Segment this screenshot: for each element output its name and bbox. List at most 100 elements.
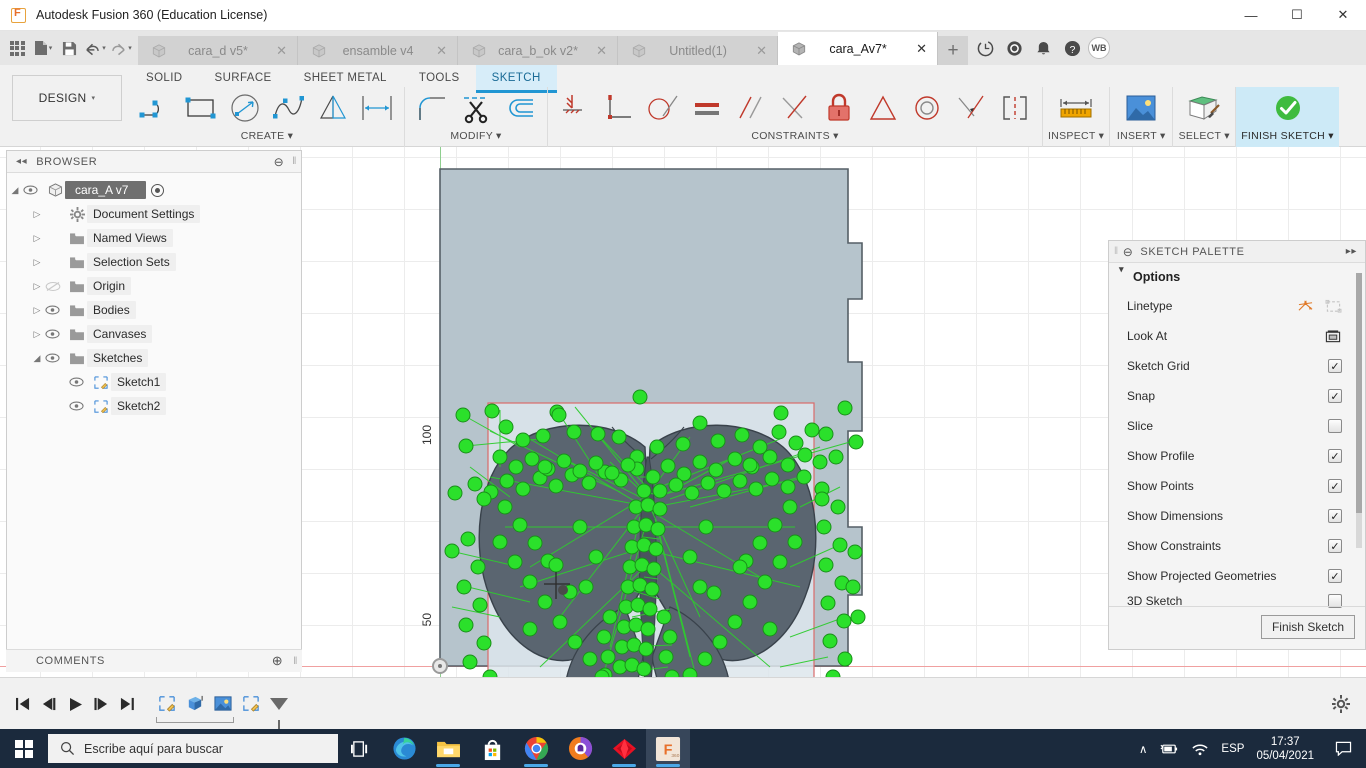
chevron-down-icon[interactable]: ▾ — [102, 44, 106, 52]
tree-item-named-views[interactable]: ▷ Named Views — [7, 226, 301, 250]
tab-close-icon[interactable]: ✕ — [916, 41, 927, 57]
comments-panel[interactable]: COMMENTS ⊕ ‖ — [6, 649, 302, 672]
palette-row-snap[interactable]: Snap ✓ — [1109, 381, 1365, 411]
tree-item-selection-sets[interactable]: ▷ Selection Sets — [7, 250, 301, 274]
palette-row-slice[interactable]: Slice ✓ — [1109, 411, 1365, 441]
tree-item-sketch2[interactable]: Sketch2 — [7, 394, 301, 418]
user-avatar[interactable]: WB — [1088, 37, 1110, 59]
tree-item-canvases[interactable]: ▷ Canvases — [7, 322, 301, 346]
slice-checkbox[interactable]: ✓ — [1328, 419, 1342, 433]
palette-options-header[interactable]: ▾ Options — [1109, 263, 1365, 291]
document-tab-2[interactable]: cara_b_ok v2* ✕ — [458, 36, 618, 65]
panel-insert-label[interactable]: INSERT ▾ — [1115, 129, 1167, 145]
add-comment-icon[interactable]: ⊕ — [272, 653, 284, 669]
linetype-normal-icon[interactable] — [1297, 299, 1314, 314]
workspace-selector-design[interactable]: DESIGN ▾ — [12, 75, 122, 121]
language-indicator[interactable]: ESP — [1221, 743, 1244, 755]
activate-component-radio[interactable] — [151, 183, 165, 197]
undo-icon[interactable]: ▾ — [82, 35, 108, 61]
constraint-concentric-icon[interactable] — [905, 87, 949, 129]
expand-arrow-icon[interactable]: ▷ — [29, 305, 45, 316]
document-tab-1[interactable]: ensamble v4 ✕ — [298, 36, 458, 65]
timeline-playhead[interactable] — [270, 697, 288, 738]
drag-grip-icon[interactable]: ‖ — [1114, 246, 1119, 257]
sketch-grid-checkbox[interactable]: ✓ — [1328, 359, 1342, 373]
panel-create-label[interactable]: CREATE ▾ — [135, 129, 399, 145]
tray-expand-chevron-icon[interactable]: ∧ — [1139, 742, 1147, 756]
panel-finish-sketch-label[interactable]: FINISH SKETCH ▾ — [1241, 129, 1334, 145]
constraint-curvature-icon[interactable] — [949, 87, 993, 129]
panel-constraints-label[interactable]: CONSTRAINTS ▾ — [553, 129, 1037, 145]
constraint-tangent-icon[interactable] — [641, 87, 685, 129]
tree-item-document-settings[interactable]: ▷ Document Settings — [7, 202, 301, 226]
timeline-play-button[interactable] — [62, 689, 88, 719]
tree-item-sketch1[interactable]: Sketch1 — [7, 370, 301, 394]
document-tab-0[interactable]: cara_d v5* ✕ — [138, 36, 298, 65]
app-grid-icon[interactable] — [4, 35, 30, 61]
job-status-icon[interactable] — [972, 35, 998, 61]
start-button[interactable] — [0, 729, 48, 768]
visibility-eye-icon[interactable] — [69, 401, 91, 411]
save-icon[interactable] — [56, 35, 82, 61]
fillet-tool-icon[interactable] — [410, 87, 454, 129]
tree-item-sketches[interactable]: ◢ Sketches — [7, 346, 301, 370]
constraint-equal-icon[interactable] — [685, 87, 729, 129]
collapse-left-icon[interactable]: ◂◂ — [16, 156, 27, 167]
maximize-button[interactable]: ☐ — [1274, 0, 1320, 31]
constraint-midpoint-icon[interactable] — [773, 87, 817, 129]
tab-close-icon[interactable]: ✕ — [596, 43, 607, 59]
battery-icon[interactable] — [1159, 742, 1179, 756]
visibility-eye-icon[interactable] — [23, 185, 45, 195]
timeline-settings-gear-icon[interactable] — [1332, 694, 1350, 713]
finish-sketch-button[interactable]: Finish Sketch — [1260, 615, 1355, 639]
tree-item-bodies[interactable]: ▷ Bodies — [7, 298, 301, 322]
expand-arrow-icon[interactable]: ▷ — [29, 329, 45, 340]
expand-arrow-icon[interactable]: ▷ — [29, 209, 45, 220]
offset-tool-icon[interactable] — [498, 87, 542, 129]
constraint-construction-icon[interactable] — [993, 87, 1037, 129]
finish-sketch-check-icon[interactable] — [1262, 87, 1314, 129]
palette-row-3d-sketch[interactable]: 3D Sketch ✓ — [1109, 591, 1365, 611]
tree-root-cara-a[interactable]: ◢ cara_A v7 — [7, 178, 301, 202]
constraint-perpendicular-icon[interactable] — [597, 87, 641, 129]
select-tool-icon[interactable] — [1178, 87, 1230, 129]
visibility-eye-icon[interactable] — [45, 305, 67, 315]
trim-scissors-icon[interactable] — [454, 87, 498, 129]
tab-close-icon[interactable]: ✕ — [756, 43, 767, 59]
new-file-icon[interactable]: ▾ — [30, 35, 56, 61]
visibility-eye-icon[interactable] — [45, 353, 67, 363]
panel-inspect-label[interactable]: INSPECT ▾ — [1048, 129, 1104, 145]
notifications-bell-icon[interactable] — [1030, 35, 1056, 61]
tree-item-origin[interactable]: ▷ Origin — [7, 274, 301, 298]
timeline-feature-canvas[interactable] — [210, 691, 236, 717]
line-tool-icon[interactable] — [135, 87, 179, 129]
show-profile-checkbox[interactable]: ✓ — [1328, 449, 1342, 463]
show-points-checkbox[interactable]: ✓ — [1328, 479, 1342, 493]
file-explorer-icon[interactable] — [426, 729, 470, 768]
constraint-parallel-icon[interactable] — [729, 87, 773, 129]
wifi-icon[interactable] — [1191, 742, 1209, 756]
visibility-eye-off-icon[interactable] — [45, 281, 67, 292]
edge-icon[interactable] — [382, 729, 426, 768]
drag-grip-icon[interactable]: ‖ — [293, 656, 298, 667]
show-constraints-checkbox[interactable]: ✓ — [1328, 539, 1342, 553]
dimension-50[interactable]: 50 — [420, 613, 434, 626]
task-view-icon[interactable] — [338, 729, 382, 768]
constraint-symmetry-icon[interactable] — [861, 87, 905, 129]
timeline-go-start-button[interactable] — [10, 689, 36, 719]
expand-arrow-icon[interactable]: ▷ — [29, 257, 45, 268]
dimension-100[interactable]: 100 — [420, 425, 434, 445]
dimension-tool-icon[interactable] — [355, 87, 399, 129]
tab-close-icon[interactable]: ✕ — [436, 43, 447, 59]
constraint-fix-icon[interactable] — [553, 87, 597, 129]
expand-arrow-icon[interactable]: ◢ — [7, 185, 23, 196]
timeline-feature-sketch2[interactable] — [238, 691, 264, 717]
insert-image-icon[interactable] — [1115, 87, 1167, 129]
inspect-measure-icon[interactable] — [1050, 87, 1102, 129]
panel-finish-sketch[interactable]: FINISH SKETCH ▾ — [1236, 87, 1339, 147]
show-projected-geometries-checkbox[interactable]: ✓ — [1328, 569, 1342, 583]
microsoft-store-icon[interactable] — [470, 729, 514, 768]
linetype-construction-icon[interactable] — [1325, 299, 1342, 314]
timeline-step-back-button[interactable] — [36, 689, 62, 719]
collapse-arrow-icon[interactable]: ◢ — [29, 353, 45, 364]
